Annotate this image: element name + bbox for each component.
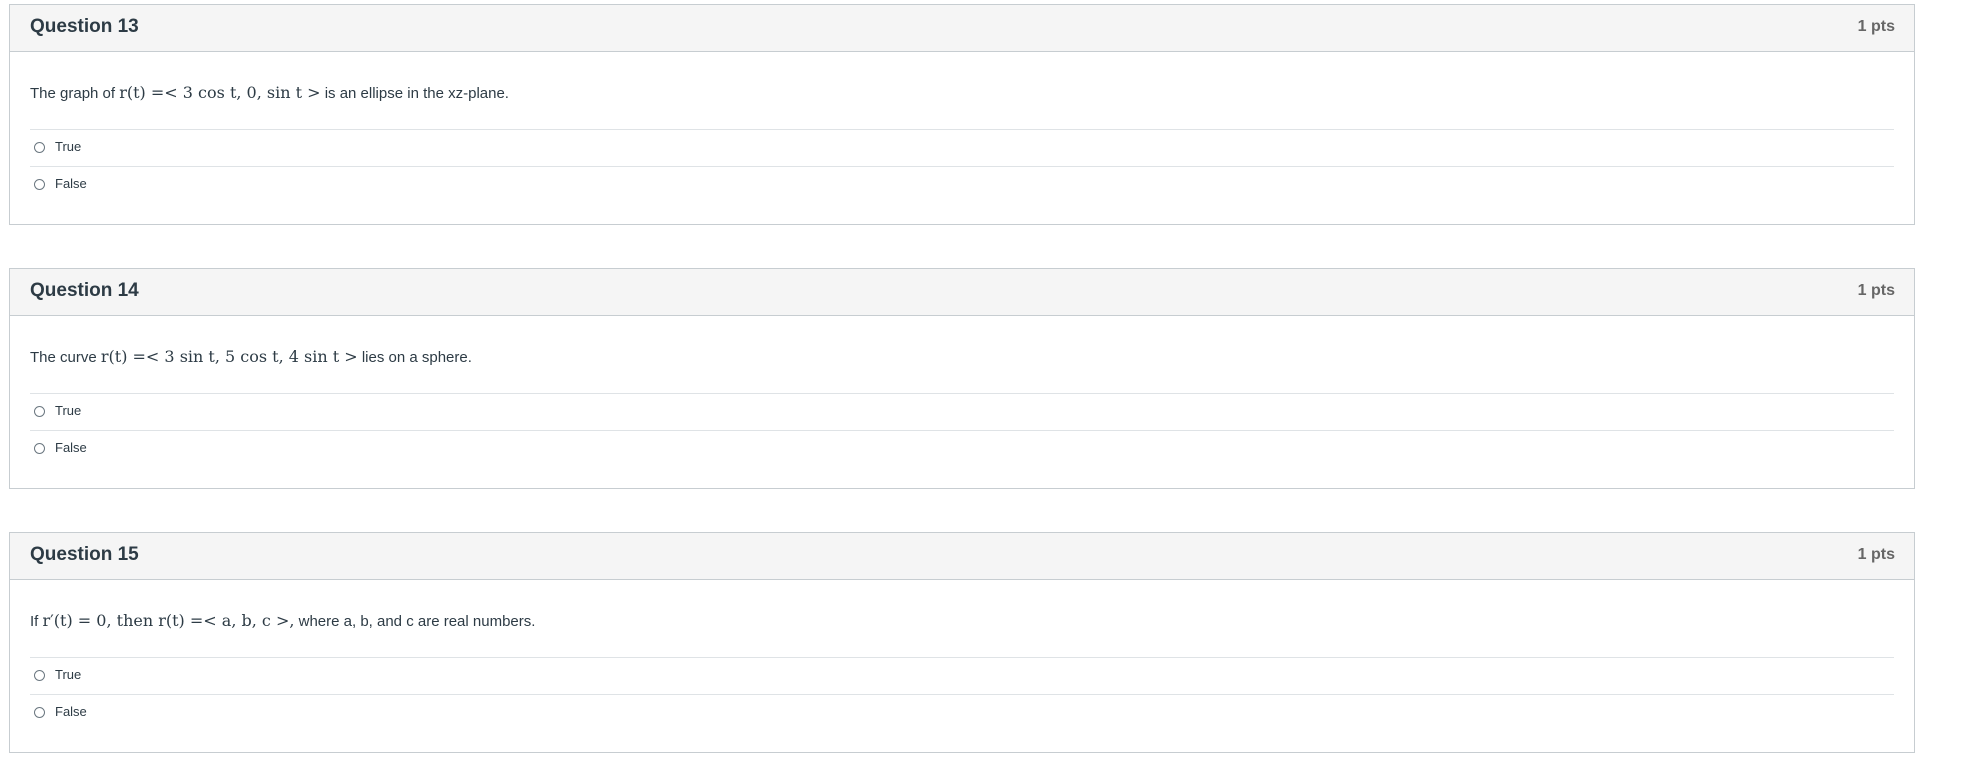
question-header: Question 15 1 pts: [10, 533, 1914, 580]
radio-button[interactable]: [34, 443, 45, 454]
question-text-before: The curve: [30, 349, 101, 366]
question-text: If r′(t) = 0, then r(t) =< a, b, c >, wh…: [30, 611, 535, 630]
question-14: Question 14 1 pts The curve r(t) =< 3 si…: [9, 268, 1915, 489]
answer-true[interactable]: True: [30, 393, 1894, 430]
question-text-after: is an ellipse in the xz-plane.: [320, 85, 509, 102]
question-title: Question 15: [30, 544, 139, 565]
question-points: 1 pts: [1857, 18, 1895, 35]
answer-false[interactable]: False: [30, 694, 1894, 731]
question-text: The curve r(t) =< 3 sin t, 5 cos t, 4 si…: [30, 347, 472, 366]
question-text-after: where a, b, and c are real numbers.: [294, 613, 536, 630]
question-15: Question 15 1 pts If r′(t) = 0, then r(t…: [9, 532, 1915, 753]
answer-false[interactable]: False: [30, 166, 1894, 203]
radio-button[interactable]: [34, 406, 45, 417]
question-title: Question 14: [30, 280, 139, 301]
answer-false[interactable]: False: [30, 430, 1894, 467]
question-text-before: If: [30, 613, 43, 630]
answer-list: True False: [30, 393, 1894, 467]
question-math: r′(t) = 0, then r(t) =< a, b, c >,: [42, 611, 295, 630]
question-points: 1 pts: [1857, 546, 1895, 563]
question-math: r(t) =< 3 cos t, 0, sin t >: [119, 83, 321, 102]
question-text-after: lies on a sphere.: [357, 349, 472, 366]
answer-label[interactable]: True: [55, 667, 81, 682]
question-math: r(t) =< 3 sin t, 5 cos t, 4 sin t >: [100, 347, 358, 366]
question-text: The graph of r(t) =< 3 cos t, 0, sin t >…: [30, 83, 509, 102]
answer-label[interactable]: False: [55, 704, 87, 719]
question-header: Question 14 1 pts: [10, 269, 1914, 316]
answer-true[interactable]: True: [30, 657, 1894, 694]
answer-list: True False: [30, 657, 1894, 731]
question-text-before: The graph of: [30, 85, 120, 102]
answer-true[interactable]: True: [30, 129, 1894, 166]
answer-label[interactable]: False: [55, 176, 87, 191]
question-13: Question 13 1 pts The graph of r(t) =< 3…: [9, 4, 1915, 225]
radio-button[interactable]: [34, 707, 45, 718]
question-header: Question 13 1 pts: [10, 5, 1914, 52]
question-points: 1 pts: [1857, 282, 1895, 299]
radio-button[interactable]: [34, 142, 45, 153]
radio-button[interactable]: [34, 670, 45, 681]
answer-label[interactable]: False: [55, 440, 87, 455]
answer-label[interactable]: True: [55, 139, 81, 154]
answer-label[interactable]: True: [55, 403, 81, 418]
radio-button[interactable]: [34, 179, 45, 190]
answer-list: True False: [30, 129, 1894, 203]
question-title: Question 13: [30, 16, 139, 37]
